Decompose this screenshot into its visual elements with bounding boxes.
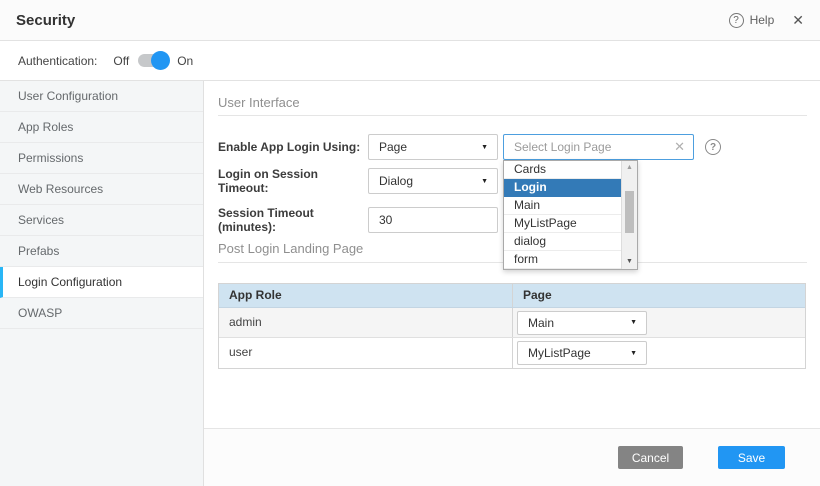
dropdown-scrollbar[interactable]: ▲ ▼ — [621, 161, 637, 269]
titlebar-actions: ? Help ✕ — [729, 12, 804, 29]
sidebar-item-owasp[interactable]: OWASP — [0, 298, 203, 329]
sidebar-item-app-roles[interactable]: App Roles — [0, 112, 203, 143]
chevron-down-icon: ▼ — [481, 144, 488, 151]
session-timeout-login-select[interactable]: Dialog ▼ — [368, 168, 498, 194]
table-row: admin Main ▼ — [219, 308, 805, 338]
footer-buttons: Cancel Save — [618, 446, 785, 469]
toggle-knob — [151, 51, 170, 70]
close-icon[interactable]: ✕ — [792, 12, 804, 29]
sidebar-item-web-resources[interactable]: Web Resources — [0, 174, 203, 205]
chevron-down-icon: ▼ — [630, 319, 637, 326]
main-content: User Interface Enable App Login Using: P… — [204, 81, 820, 486]
dropdown-option-cards[interactable]: Cards — [504, 161, 621, 179]
dropdown-option-form[interactable]: form — [504, 251, 621, 269]
authentication-toggle[interactable] — [138, 54, 168, 67]
login-page-search-box: ✕ — [503, 134, 694, 160]
session-timeout-login-label: Login on Session Timeout: — [218, 167, 368, 195]
security-dialog: Security ? Help ✕ Authentication: Off On… — [0, 0, 820, 486]
session-timeout-minutes-row: Session Timeout (minutes): — [218, 207, 498, 233]
dropdown-option-main[interactable]: Main — [504, 197, 621, 215]
table-row: user MyListPage ▼ — [219, 338, 805, 368]
app-role-cell: admin — [219, 308, 513, 337]
chevron-down-icon: ▼ — [630, 350, 637, 357]
session-timeout-input[interactable] — [368, 207, 498, 233]
field-help-icon[interactable]: ? — [705, 139, 721, 155]
divider — [218, 115, 807, 116]
session-timeout-login-value: Dialog — [379, 174, 413, 188]
authentication-bar: Authentication: Off On — [0, 41, 820, 81]
help-link[interactable]: Help — [750, 13, 775, 27]
cancel-button[interactable]: Cancel — [618, 446, 683, 469]
login-type-value: Page — [379, 140, 407, 154]
scrollbar-thumb[interactable] — [625, 191, 634, 233]
enable-app-login-row: Enable App Login Using: Page ▼ ✕ ? — [218, 134, 721, 160]
login-page-search-input[interactable] — [506, 140, 674, 154]
scroll-up-icon[interactable]: ▲ — [622, 161, 637, 175]
dropdown-option-dialog[interactable]: dialog — [504, 233, 621, 251]
chevron-down-icon: ▼ — [481, 178, 488, 185]
sidebar-item-permissions[interactable]: Permissions — [0, 143, 203, 174]
page-cell: MyListPage ▼ — [513, 338, 805, 368]
scroll-down-icon[interactable]: ▼ — [622, 255, 637, 269]
sidebar-item-user-configuration[interactable]: User Configuration — [0, 81, 203, 112]
sidebar-item-prefabs[interactable]: Prefabs — [0, 236, 203, 267]
save-button[interactable]: Save — [718, 446, 785, 469]
login-type-select[interactable]: Page ▼ — [368, 134, 498, 160]
sidebar: User Configuration App Roles Permissions… — [0, 81, 204, 486]
enable-app-login-label: Enable App Login Using: — [218, 140, 368, 154]
sidebar-item-services[interactable]: Services — [0, 205, 203, 236]
user-page-select[interactable]: MyListPage ▼ — [517, 341, 647, 365]
admin-page-select[interactable]: Main ▼ — [517, 311, 647, 335]
dropdown-option-login[interactable]: Login — [504, 179, 621, 197]
section-title-user-interface: User Interface — [218, 95, 300, 110]
table-header-row: App Role Page — [219, 284, 805, 308]
user-page-value: MyListPage — [528, 346, 591, 360]
footer-divider — [204, 428, 820, 429]
admin-page-value: Main — [528, 316, 554, 330]
authentication-label: Authentication: — [18, 54, 97, 68]
login-page-dropdown: Cards Login Main MyListPage dialog form … — [503, 160, 638, 270]
dropdown-option-mylistpage[interactable]: MyListPage — [504, 215, 621, 233]
sidebar-item-login-configuration[interactable]: Login Configuration — [0, 267, 203, 298]
page-title: Security — [16, 12, 75, 29]
toggle-off-label: Off — [113, 54, 129, 68]
titlebar: Security ? Help ✕ — [0, 0, 820, 41]
page-cell: Main ▼ — [513, 308, 805, 337]
session-timeout-minutes-label: Session Timeout (minutes): — [218, 206, 368, 234]
clear-icon[interactable]: ✕ — [674, 139, 685, 155]
section-title-post-login: Post Login Landing Page — [218, 241, 363, 256]
landing-page-table: App Role Page admin Main ▼ user — [218, 283, 806, 369]
session-timeout-login-row: Login on Session Timeout: Dialog ▼ — [218, 168, 498, 194]
app-role-cell: user — [219, 338, 513, 368]
table-header-app-role: App Role — [219, 284, 513, 307]
dialog-body: User Configuration App Roles Permissions… — [0, 81, 820, 486]
toggle-on-label: On — [177, 54, 193, 68]
table-header-page: Page — [513, 284, 805, 307]
help-icon[interactable]: ? — [729, 13, 744, 28]
